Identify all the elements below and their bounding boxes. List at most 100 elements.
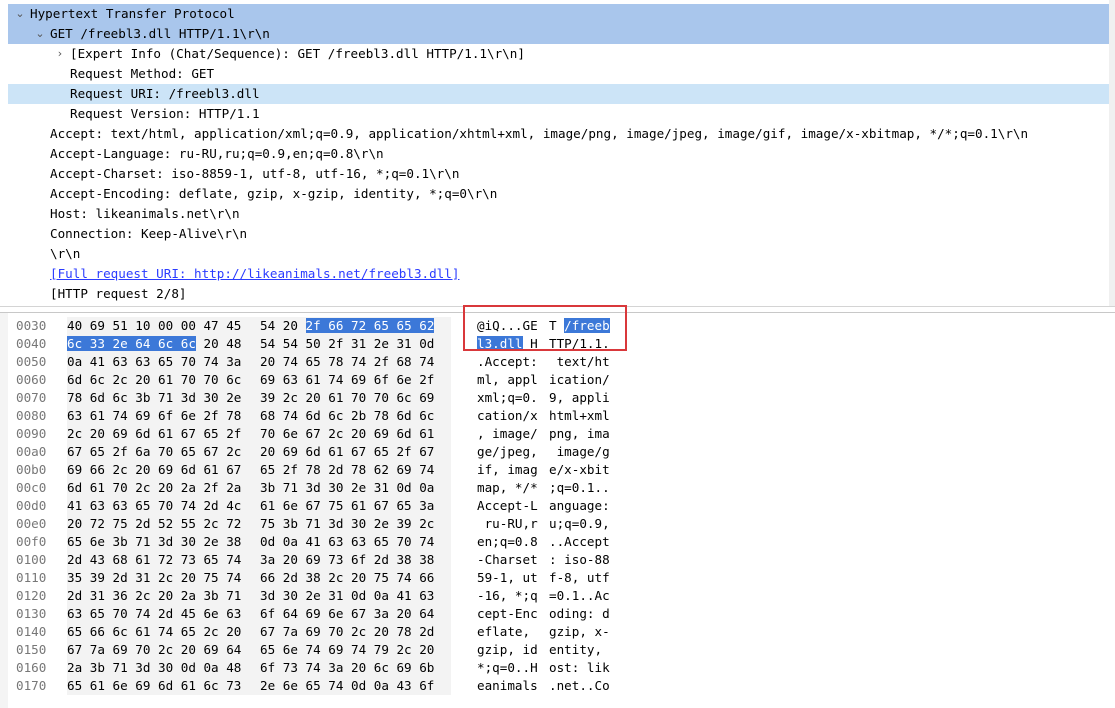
ascii-high[interactable]: ..Accept	[549, 533, 610, 551]
tree-row[interactable]: \r\n	[8, 244, 1115, 264]
packet-details-pane[interactable]: ⌄ Hypertext Transfer Protocol ⌄ GET /freebl…	[0, 0, 1115, 306]
ascii-low[interactable]: ru-RU,r	[477, 515, 538, 533]
hex-bytes-low[interactable]: 63 61 74 69 6f 6e 2f 78	[67, 407, 241, 425]
expand-down-icon[interactable]: ⌄	[34, 24, 46, 44]
ascii-low[interactable]: Accept-L	[477, 497, 538, 515]
hex-bytes-high[interactable]: 39 2c 20 61 70 70 6c 69	[260, 389, 434, 407]
hex-bytes-low[interactable]: 2c 20 69 6d 61 67 65 2f	[67, 425, 241, 443]
ascii-low[interactable]: eflate,	[477, 623, 538, 641]
ascii-high[interactable]: ost: lik	[549, 659, 610, 677]
ascii-high[interactable]: 9, appli	[549, 389, 610, 407]
hex-bytes-high[interactable]: 3a 20 69 73 6f 2d 38 38	[260, 551, 434, 569]
ascii-low[interactable]: en;q=0.8	[477, 533, 538, 551]
hex-bytes-low[interactable]: 2d 43 68 61 72 73 65 74	[67, 551, 241, 569]
ascii-low[interactable]: cation/x	[477, 407, 538, 425]
tree-row[interactable]: ⌄ GET /freebl3.dll HTTP/1.1\r\n	[8, 24, 1109, 44]
ascii-high[interactable]: gzip, x-	[549, 623, 610, 641]
hex-bytes-high[interactable]: 68 74 6d 6c 2b 78 6d 6c	[260, 407, 434, 425]
tree-row[interactable]: Host: likeanimals.net\r\n	[8, 204, 1115, 224]
hex-bytes-high[interactable]: 75 3b 71 3d 30 2e 39 2c	[260, 515, 434, 533]
ascii-high[interactable]: u;q=0.9,	[549, 515, 610, 533]
hex-bytes-high[interactable]: 3d 30 2e 31 0d 0a 41 63	[260, 587, 434, 605]
hex-bytes-high[interactable]: 70 6e 67 2c 20 69 6d 61	[260, 425, 434, 443]
hex-bytes-low[interactable]: 65 66 6c 61 74 65 2c 20	[67, 623, 241, 641]
hex-bytes-high[interactable]: 61 6e 67 75 61 67 65 3a	[260, 497, 434, 515]
hex-bytes-low[interactable]: 40 69 51 10 00 00 47 45	[67, 317, 241, 335]
ascii-low[interactable]: if, imag	[477, 461, 538, 479]
hex-bytes-high[interactable]: 65 2f 78 2d 78 62 69 74	[260, 461, 434, 479]
tree-row[interactable]: [Full request URI: http://likeanimals.ne…	[8, 264, 1115, 284]
hex-bytes-low[interactable]: 78 6d 6c 3b 71 3d 30 2e	[67, 389, 241, 407]
hex-bytes-low[interactable]: 2a 3b 71 3d 30 0d 0a 48	[67, 659, 241, 677]
ascii-high[interactable]: image/g	[549, 443, 610, 461]
tree-row[interactable]: [HTTP request 2/8]	[8, 284, 1115, 304]
ascii-high[interactable]: =0.1..Ac	[549, 587, 610, 605]
tree-row[interactable]: Accept: text/html, application/xml;q=0.9…	[8, 124, 1115, 144]
hex-bytes-high[interactable]: 66 2d 38 2c 20 75 74 66	[260, 569, 434, 587]
tree-row[interactable]: Request URI: /freebl3.dll	[8, 84, 1115, 104]
ascii-high[interactable]: text/ht	[549, 353, 610, 371]
hex-bytes-high[interactable]: 54 54 50 2f 31 2e 31 0d	[260, 335, 434, 353]
hex-bytes-low[interactable]: 41 63 63 65 70 74 2d 4c	[67, 497, 241, 515]
hex-bytes-high[interactable]: 67 7a 69 70 2c 20 78 2d	[260, 623, 434, 641]
hex-bytes-low[interactable]: 6d 61 70 2c 20 2a 2f 2a	[67, 479, 241, 497]
hex-bytes-high[interactable]: 20 74 65 78 74 2f 68 74	[260, 353, 434, 371]
ascii-high[interactable]: anguage:	[549, 497, 610, 515]
ascii-high[interactable]: f-8, utf	[549, 569, 610, 587]
hex-bytes-low[interactable]: 20 72 75 2d 52 55 2c 72	[67, 515, 241, 533]
ascii-high[interactable]: oding: d	[549, 605, 610, 623]
ascii-low[interactable]: map, */*	[477, 479, 538, 497]
hex-bytes-low[interactable]: 69 66 2c 20 69 6d 61 67	[67, 461, 241, 479]
hex-bytes-high[interactable]: 6f 73 74 3a 20 6c 69 6b	[260, 659, 434, 677]
ascii-high[interactable]: ication/	[549, 371, 610, 389]
tree-row[interactable]: Accept-Encoding: deflate, gzip, x-gzip, …	[8, 184, 1115, 204]
hex-bytes-low[interactable]: 65 6e 3b 71 3d 30 2e 38	[67, 533, 241, 551]
hex-bytes-high[interactable]: 20 69 6d 61 67 65 2f 67	[260, 443, 434, 461]
ascii-high[interactable]: : iso-88	[549, 551, 610, 569]
ascii-low[interactable]: *;q=0..H	[477, 659, 538, 677]
ascii-low[interactable]: gzip, id	[477, 641, 538, 659]
tree-row[interactable]: Request Method: GET	[8, 64, 1115, 84]
hex-bytes-low[interactable]: 35 39 2d 31 2c 20 75 74	[67, 569, 241, 587]
hex-bytes-low[interactable]: 63 65 70 74 2d 45 6e 63	[67, 605, 241, 623]
ascii-high[interactable]: entity,	[549, 641, 610, 659]
ascii-low[interactable]: 59-1, ut	[477, 569, 538, 587]
ascii-low[interactable]: xml;q=0.	[477, 389, 538, 407]
hex-bytes-high[interactable]: 3b 71 3d 30 2e 31 0d 0a	[260, 479, 434, 497]
hex-bytes-low[interactable]: 65 61 6e 69 6d 61 6c 73	[67, 677, 241, 695]
ascii-high[interactable]: .net..Co	[549, 677, 610, 695]
tree-row[interactable]: ⌄ Hypertext Transfer Protocol	[8, 4, 1109, 24]
hex-bytes-low[interactable]: 0a 41 63 63 65 70 74 3a	[67, 353, 241, 371]
hex-bytes-low[interactable]: 2d 31 36 2c 20 2a 3b 71	[67, 587, 241, 605]
ascii-low[interactable]: , image/	[477, 425, 538, 443]
ascii-low[interactable]: -16, *;q	[477, 587, 538, 605]
ascii-high[interactable]: png, ima	[549, 425, 610, 443]
hex-bytes-high[interactable]: 2e 6e 65 74 0d 0a 43 6f	[260, 677, 434, 695]
hex-bytes-low[interactable]: 67 7a 69 70 2c 20 69 64	[67, 641, 241, 659]
tree-row[interactable]: Accept-Charset: iso-8859-1, utf-8, utf-1…	[8, 164, 1115, 184]
expand-right-icon[interactable]: ›	[54, 44, 66, 64]
expand-down-icon[interactable]: ⌄	[14, 4, 26, 24]
packet-bytes-pane[interactable]: 0030 40 69 51 10 00 00 47 45 54 20 2f 66 7…	[0, 313, 1115, 708]
hex-bytes-high[interactable]: 6f 64 69 6e 67 3a 20 64	[260, 605, 434, 623]
hex-bytes-low[interactable]: 6d 6c 2c 20 61 70 70 6c	[67, 371, 241, 389]
hex-bytes-high[interactable]: 54 20 2f 66 72 65 65 62	[260, 317, 435, 335]
ascii-high[interactable]: html+xml	[549, 407, 610, 425]
hex-bytes-low[interactable]: 67 65 2f 6a 70 65 67 2c	[67, 443, 241, 461]
ascii-low[interactable]: ge/jpeg,	[477, 443, 538, 461]
ascii-high[interactable]: ;q=0.1..	[549, 479, 610, 497]
tree-row[interactable]: Connection: Keep-Alive\r\n	[8, 224, 1115, 244]
tree-row[interactable]: Request Version: HTTP/1.1	[8, 104, 1115, 124]
ascii-low[interactable]: eanimals	[477, 677, 538, 695]
tree-row[interactable]: › [Expert Info (Chat/Sequence): GET /free…	[8, 44, 1115, 64]
details-scrollbar[interactable]	[1109, 0, 1115, 306]
tree-link[interactable]: [Full request URI: http://likeanimals.ne…	[50, 264, 459, 284]
hex-bytes-high[interactable]: 69 63 61 74 69 6f 6e 2f	[260, 371, 434, 389]
hex-bytes-high[interactable]: 65 6e 74 69 74 79 2c 20	[260, 641, 434, 659]
ascii-high[interactable]: e/x-xbit	[549, 461, 610, 479]
ascii-low[interactable]: cept-Enc	[477, 605, 538, 623]
ascii-low[interactable]: .Accept:	[477, 353, 538, 371]
hex-bytes-high[interactable]: 0d 0a 41 63 63 65 70 74	[260, 533, 434, 551]
ascii-low[interactable]: -Charset	[477, 551, 538, 569]
tree-row[interactable]: Accept-Language: ru-RU,ru;q=0.9,en;q=0.8…	[8, 144, 1115, 164]
